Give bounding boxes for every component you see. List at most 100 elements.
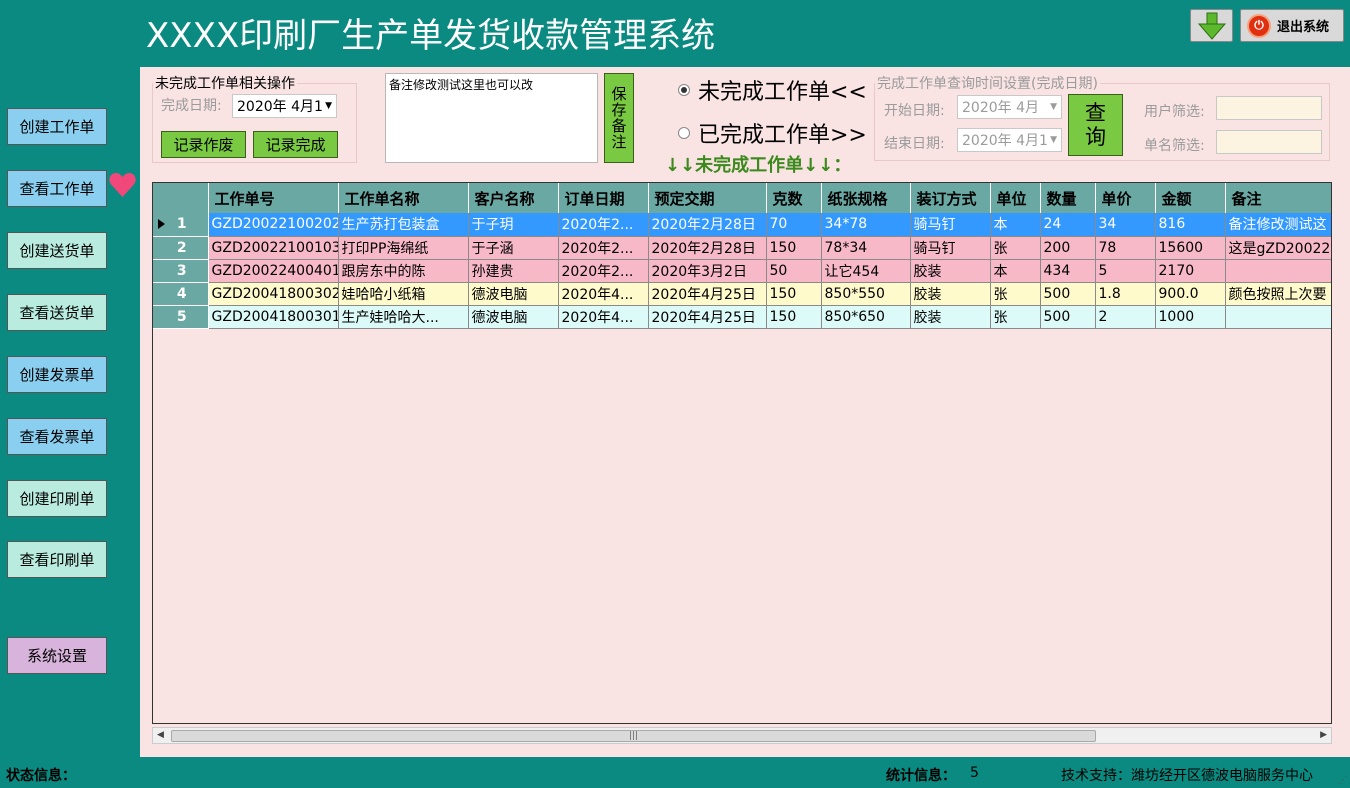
table-cell[interactable]: 2020年2... [558, 236, 649, 260]
sidebar-item-view-invoice[interactable]: 查看发票单 [7, 418, 107, 455]
table-cell[interactable]: 434 [1040, 259, 1096, 283]
table-cell[interactable]: 骑马钉 [910, 213, 991, 237]
table-cell[interactable]: 这是gZD2002210 [1225, 236, 1331, 260]
sidebar-item-create-print[interactable]: 创建印刷单 [7, 480, 107, 517]
table-cell[interactable]: 胶装 [910, 282, 991, 306]
table-cell[interactable]: 2170 [1155, 259, 1226, 283]
end-date-picker[interactable]: 2020年 4月1 ▼ [957, 128, 1062, 152]
table-cell[interactable]: 本 [990, 213, 1041, 237]
table-cell[interactable]: 于子玥 [468, 213, 559, 237]
scroll-right-icon[interactable]: ▶ [1320, 730, 1327, 740]
table-cell[interactable]: 孙建贵 [468, 259, 559, 283]
table-cell[interactable]: 胶装 [910, 259, 991, 283]
table-cell[interactable]: 500 [1040, 282, 1096, 306]
table-cell[interactable]: 德波电脑 [468, 282, 559, 306]
column-header[interactable]: 单位 [990, 183, 1041, 213]
table-cell[interactable]: 胶装 [910, 305, 991, 329]
table-cell[interactable]: GZD20022100202 [208, 213, 339, 237]
table-cell[interactable]: 于子涵 [468, 236, 559, 260]
table-row[interactable]: 2 GZD20022100103 打印PP海绵纸 于子涵 2020年2... 2… [153, 236, 1331, 260]
table-cell[interactable]: 50 [766, 259, 822, 283]
query-button[interactable]: 查询 [1068, 94, 1123, 156]
sidebar-item-create-invoice[interactable]: 创建发票单 [7, 356, 107, 393]
table-cell[interactable]: 24 [1040, 213, 1096, 237]
sidebar-item-settings[interactable]: 系统设置 [7, 637, 107, 674]
table-cell[interactable]: 34*78 [821, 213, 911, 237]
table-cell[interactable]: 2020年2月28日 [648, 236, 767, 260]
sidebar-item-create-delivery[interactable]: 创建送货单 [7, 232, 107, 269]
table-cell[interactable]: 850*650 [821, 305, 911, 329]
table-cell[interactable]: 15600 [1155, 236, 1226, 260]
sidebar-item-create-workorder[interactable]: 创建工作单 [7, 108, 107, 145]
column-header[interactable]: 单价 [1095, 183, 1156, 213]
horizontal-scrollbar[interactable]: ◀ ||| ▶ [152, 727, 1332, 744]
table-cell[interactable]: 850*550 [821, 282, 911, 306]
sidebar-item-view-print[interactable]: 查看印刷单 [7, 541, 107, 578]
table-cell[interactable]: 900.0 [1155, 282, 1226, 306]
table-cell[interactable]: 78 [1095, 236, 1156, 260]
table-cell[interactable]: 张 [990, 236, 1041, 260]
save-note-button[interactable]: 保存备注 [604, 73, 634, 163]
scroll-left-icon[interactable]: ◀ [157, 730, 164, 740]
void-button[interactable]: 记录作废 [161, 131, 246, 158]
table-cell[interactable]: 2020年4... [558, 305, 649, 329]
column-header[interactable]: 备注 [1225, 183, 1331, 213]
resize-grip-icon[interactable]: ⋰ [1338, 775, 1348, 786]
table-cell[interactable]: 打印PP海绵纸 [338, 236, 469, 260]
download-button[interactable] [1190, 9, 1233, 42]
finished-radio[interactable]: 已完成工作单>> [678, 117, 867, 149]
column-header[interactable]: 装订方式 [910, 183, 991, 213]
table-cell[interactable]: 生产娃哈哈大... [338, 305, 469, 329]
table-cell[interactable]: 5 [1095, 259, 1156, 283]
table-cell[interactable]: 500 [1040, 305, 1096, 329]
table-cell[interactable]: 本 [990, 259, 1041, 283]
row-header[interactable]: 4 [153, 282, 209, 306]
table-cell[interactable] [1225, 305, 1331, 329]
table-cell[interactable]: 1.8 [1095, 282, 1156, 306]
row-header[interactable]: 3 [153, 259, 209, 283]
column-header[interactable]: 工作单号 [208, 183, 339, 213]
start-date-picker[interactable]: 2020年 4月 ▼ [957, 95, 1062, 119]
table-cell[interactable]: GZD20041800302 [208, 282, 339, 306]
unfinished-radio[interactable]: 未完成工作单<< [678, 74, 867, 106]
table-cell[interactable]: 生产苏打包装盒 [338, 213, 469, 237]
table-cell[interactable]: 816 [1155, 213, 1226, 237]
table-cell[interactable]: GZD20022400401 [208, 259, 339, 283]
note-textarea[interactable]: 备注修改测试这里也可以改 [385, 73, 598, 163]
table-cell[interactable]: 2020年2月28日 [648, 213, 767, 237]
table-cell[interactable]: 2020年2... [558, 259, 649, 283]
table-cell[interactable]: 1000 [1155, 305, 1226, 329]
table-cell[interactable] [1225, 259, 1331, 283]
column-header[interactable]: 预定交期 [648, 183, 767, 213]
column-header[interactable]: 工作单名称 [338, 183, 469, 213]
table-cell[interactable]: 张 [990, 305, 1041, 329]
table-cell[interactable]: 150 [766, 305, 822, 329]
row-header[interactable]: 1 [153, 213, 209, 237]
sidebar-item-view-workorder[interactable]: 查看工作单 [7, 170, 107, 207]
column-header[interactable]: 订单日期 [558, 183, 649, 213]
column-header[interactable]: 金额 [1155, 183, 1226, 213]
table-cell[interactable]: GZD20041800301 [208, 305, 339, 329]
table-cell[interactable]: 德波电脑 [468, 305, 559, 329]
workorder-grid[interactable]: 工作单号 工作单名称 客户名称 订单日期 预定交期 克数 纸张规格 装订方式 单… [152, 182, 1332, 724]
table-cell[interactable]: GZD20022100103 [208, 236, 339, 260]
table-cell[interactable]: 备注修改测试这 [1225, 213, 1331, 237]
column-header[interactable]: 纸张规格 [821, 183, 911, 213]
table-cell[interactable]: 跟房东中的陈 [338, 259, 469, 283]
table-cell[interactable]: 2020年4月25日 [648, 282, 767, 306]
table-row[interactable]: 5 GZD20041800301 生产娃哈哈大... 德波电脑 2020年4..… [153, 305, 1331, 329]
complete-button[interactable]: 记录完成 [253, 131, 338, 158]
table-cell[interactable]: 2020年3月2日 [648, 259, 767, 283]
table-cell[interactable]: 150 [766, 236, 822, 260]
table-row[interactable]: 3 GZD20022400401 跟房东中的陈 孙建贵 2020年2... 20… [153, 259, 1331, 283]
table-row[interactable]: 4 GZD20041800302 娃哈哈小纸箱 德波电脑 2020年4... 2… [153, 282, 1331, 306]
column-header[interactable]: 客户名称 [468, 183, 559, 213]
table-cell[interactable]: 200 [1040, 236, 1096, 260]
table-cell[interactable]: 骑马钉 [910, 236, 991, 260]
table-cell[interactable]: 78*34 [821, 236, 911, 260]
table-cell[interactable]: 70 [766, 213, 822, 237]
column-header[interactable]: 克数 [766, 183, 822, 213]
table-row[interactable]: 1 GZD20022100202 生产苏打包装盒 于子玥 2020年2... 2… [153, 213, 1331, 237]
complete-date-picker[interactable]: 2020年 4月1 ▼ [232, 94, 337, 118]
table-cell[interactable]: 娃哈哈小纸箱 [338, 282, 469, 306]
